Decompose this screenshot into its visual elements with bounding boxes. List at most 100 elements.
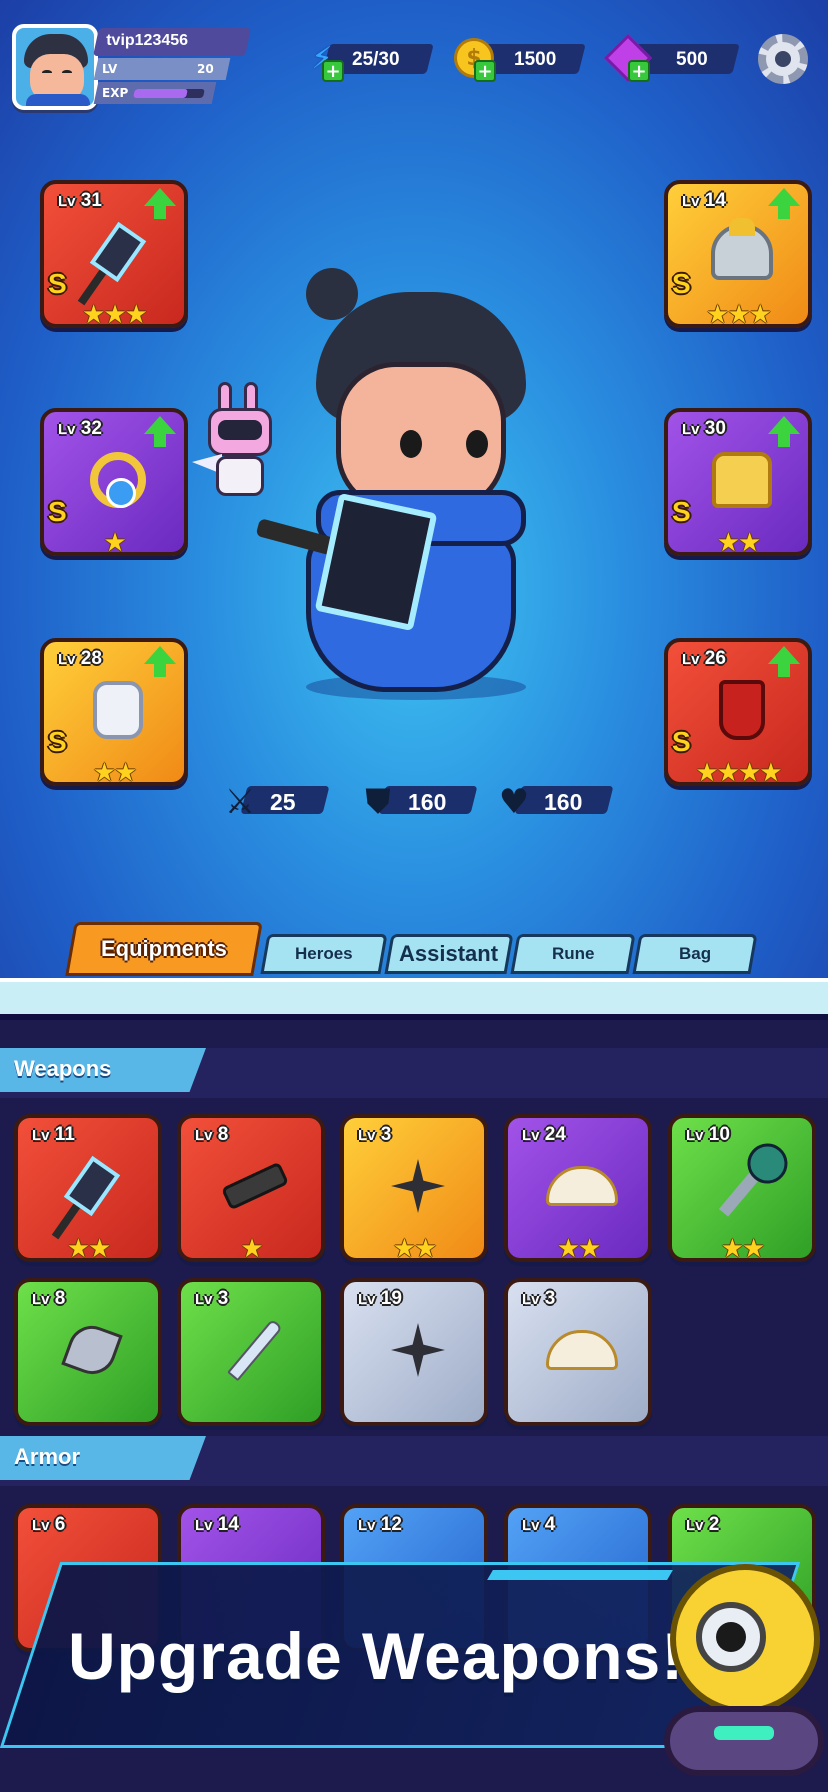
- star-rating: ★★★: [706, 300, 772, 330]
- star-rating: ★: [240, 1234, 263, 1264]
- defense-stat: ⛊ 160: [356, 780, 486, 822]
- health-value: 160: [544, 789, 583, 815]
- grade-badge: S: [672, 726, 691, 757]
- mascot-pupil: [716, 1622, 746, 1652]
- equipped-boots-slot[interactable]: Lv 26 S ★★★★: [664, 638, 812, 788]
- crossed-swords-icon: ⚔: [224, 782, 256, 822]
- axe-icon: [56, 1314, 128, 1386]
- tab-bag[interactable]: Bag: [632, 934, 758, 974]
- star-rating: ★★: [66, 1234, 112, 1264]
- upgrade-arrow-icon: [144, 646, 176, 677]
- player-exp-row: EXP: [93, 82, 217, 104]
- tab-equipments[interactable]: Equipments: [65, 922, 263, 976]
- shuriken-icon: [382, 1150, 454, 1222]
- health-stat: ♥ 160: [492, 780, 622, 822]
- weapon-item[interactable]: Lv 24 ★★: [504, 1114, 652, 1264]
- hammer-icon: [82, 216, 154, 288]
- exp-progress-bar: [132, 89, 205, 98]
- hero-character[interactable]: [255, 262, 576, 702]
- item-level: Lv 8: [32, 1288, 66, 1309]
- settings-button[interactable]: [754, 30, 812, 88]
- weapon-item[interactable]: Lv 19: [340, 1278, 488, 1426]
- promo-banner-title: Upgrade Weapons!: [68, 1619, 685, 1693]
- gatling-gun-icon: [219, 1150, 291, 1222]
- grade-badge: S: [48, 726, 67, 757]
- equipped-helmet-slot[interactable]: Lv 14 S ★★★: [664, 180, 812, 330]
- star-rating: ★★: [392, 1234, 438, 1264]
- tab-label: Rune: [551, 944, 595, 963]
- gem-counter[interactable]: + 500: [603, 33, 740, 83]
- player-name-plate: tvip123456: [93, 28, 251, 56]
- amulet-icon: [82, 444, 154, 516]
- equipped-necklace-slot[interactable]: Lv 32 S ★: [40, 408, 188, 558]
- slot-level: Lv 32: [58, 418, 102, 439]
- heart-icon: ♥: [498, 782, 530, 822]
- assistant-robot[interactable]: [192, 382, 282, 512]
- item-level: Lv 11: [32, 1124, 75, 1145]
- add-gems-icon[interactable]: +: [628, 60, 650, 82]
- coin-counter[interactable]: $ + 1500: [452, 38, 586, 82]
- tab-label: Assistant: [399, 941, 499, 966]
- weapon-item[interactable]: Lv 3: [177, 1278, 325, 1426]
- weapon-item[interactable]: Lv 3: [504, 1278, 652, 1426]
- upgrade-arrow-icon: [768, 646, 800, 677]
- hero-eye: [466, 430, 488, 458]
- item-level: Lv 14: [195, 1514, 239, 1535]
- player-level-row: LV 20: [93, 58, 231, 80]
- attack-value: 25: [270, 789, 296, 815]
- tab-heroes[interactable]: Heroes: [260, 934, 388, 974]
- slot-level: Lv 26: [682, 648, 726, 669]
- exp-label: EXP: [102, 86, 129, 100]
- coin-value: 1500: [514, 49, 557, 70]
- upgrade-arrow-icon: [768, 416, 800, 447]
- banner-accent-stripe: [487, 1570, 673, 1580]
- star-rating: ★★★★: [695, 758, 782, 788]
- weapon-item[interactable]: Lv 3 ★★: [340, 1114, 488, 1264]
- tab-assistant[interactable]: Assistant: [384, 934, 514, 974]
- weapon-item[interactable]: Lv 8 ★: [177, 1114, 325, 1264]
- player-name: tvip123456: [106, 32, 189, 49]
- avatar-eye: [62, 70, 72, 75]
- weapons-section-title: Weapons: [14, 1056, 112, 1081]
- upgrade-arrow-icon: [144, 416, 176, 447]
- weapon-item[interactable]: Lv 8: [14, 1278, 162, 1426]
- weapons-section-header: Weapons: [0, 1048, 206, 1092]
- upgrade-arrow-icon: [768, 188, 800, 219]
- slot-level: Lv 31: [58, 190, 102, 211]
- gear-icon: [758, 34, 808, 84]
- tab-label: Heroes: [295, 944, 353, 963]
- hero-showcase: tvip123456 LV 20 EXP ⚡ + 25/30 $ + 1500 …: [0, 0, 828, 985]
- tab-underline-strip: [0, 978, 828, 1020]
- star-rating: ★★★: [82, 300, 148, 330]
- equipped-gloves-slot[interactable]: Lv 28 S ★★: [40, 638, 188, 788]
- grade-badge: S: [672, 496, 691, 527]
- helmet-icon: [706, 216, 778, 288]
- shuriken-icon: [382, 1314, 454, 1386]
- player-info-panel: tvip123456 LV 20 EXP: [93, 28, 251, 108]
- slot-level: Lv 14: [682, 190, 726, 211]
- shield-icon: ⛊: [365, 782, 391, 822]
- equipped-armor-slot[interactable]: Lv 30 S ★★: [664, 408, 812, 558]
- weapon-item[interactable]: Lv 11 ★★: [14, 1114, 162, 1264]
- player-avatar[interactable]: [12, 24, 98, 110]
- avatar-eye: [42, 70, 52, 75]
- armor-section-header: Armor: [0, 1436, 206, 1480]
- item-level: Lv 3: [195, 1288, 229, 1309]
- mascot-light: [714, 1726, 774, 1740]
- item-level: Lv 8: [195, 1124, 229, 1145]
- star-rating: ★: [103, 528, 126, 558]
- item-level: Lv 2: [686, 1514, 720, 1535]
- add-energy-icon[interactable]: +: [322, 60, 344, 82]
- energy-counter[interactable]: ⚡ + 25/30: [300, 41, 434, 82]
- tab-label: Bag: [678, 944, 712, 963]
- equipped-weapon-slot[interactable]: Lv 31 S ★★★: [40, 180, 188, 330]
- tab-rune[interactable]: Rune: [510, 934, 636, 974]
- dagger-icon: [219, 1314, 291, 1386]
- star-rating: ★★: [716, 528, 762, 558]
- fan-icon: [546, 1150, 618, 1222]
- item-level: Lv 4: [522, 1514, 556, 1535]
- item-level: Lv 24: [522, 1124, 566, 1145]
- weapon-item[interactable]: Lv 10 ★★: [668, 1114, 816, 1264]
- star-rating: ★★: [92, 758, 138, 788]
- add-coins-icon[interactable]: +: [474, 60, 496, 82]
